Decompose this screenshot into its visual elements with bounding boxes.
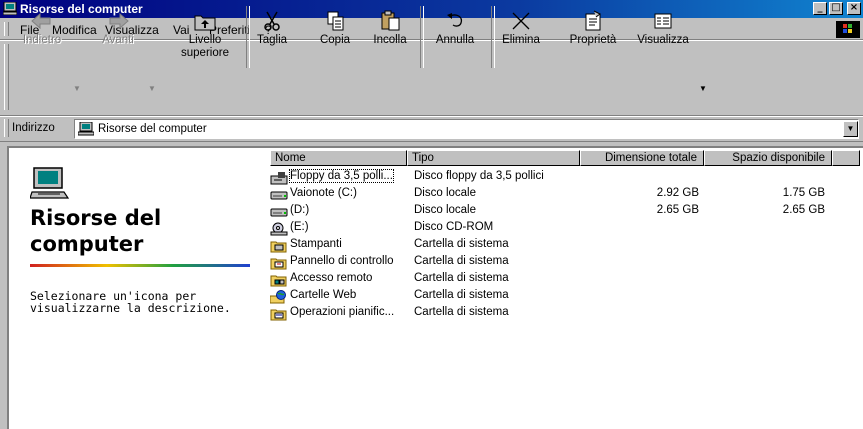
item-total-size: 2.92 GB — [656, 187, 699, 199]
properties-icon — [585, 10, 601, 31]
list-item[interactable]: (E:) Disco CD-ROM — [270, 221, 860, 237]
list-item[interactable]: Pannello di controllo Cartella di sistem… — [270, 255, 860, 271]
address-label: Indirizzo — [12, 122, 55, 134]
toolbar-separator — [491, 6, 495, 68]
floppy-drive-icon — [270, 172, 288, 185]
item-type: Disco locale — [414, 187, 476, 199]
item-total-size: 2.65 GB — [656, 204, 699, 216]
forward-dropdown-icon[interactable]: ▼ — [148, 84, 156, 93]
item-type: Cartella di sistema — [414, 306, 509, 318]
item-type: Disco floppy da 3,5 pollici — [414, 170, 544, 182]
toolbar-separator — [420, 6, 424, 68]
column-header-type[interactable]: Tipo — [407, 150, 580, 166]
column-header-filler — [832, 150, 860, 166]
views-button[interactable]: Visualizza — [630, 4, 696, 68]
item-name: (D:) — [290, 204, 310, 216]
address-value: Risorse del computer — [98, 123, 207, 135]
list-item[interactable]: (D:) Disco locale 2.65 GB 2.65 GB — [270, 204, 860, 220]
back-button[interactable]: Indietro — [14, 4, 70, 68]
item-name: (E:) — [290, 221, 309, 233]
scheduled-tasks-icon — [270, 309, 287, 321]
control-panel-icon — [270, 258, 287, 270]
paste-icon — [381, 10, 400, 31]
dialup-networking-icon — [270, 275, 287, 287]
item-type: Disco locale — [414, 204, 476, 216]
views-dropdown-icon[interactable]: ▼ — [699, 84, 707, 93]
item-type: Cartella di sistema — [414, 272, 509, 284]
list-item[interactable]: Cartelle Web Cartella di sistema — [270, 289, 860, 305]
cut-button[interactable]: Taglia — [252, 4, 292, 68]
left-panel-title: Risorse del computer — [30, 206, 162, 256]
back-dropdown-icon[interactable]: ▼ — [73, 84, 81, 93]
web-folders-icon — [270, 290, 286, 304]
item-name: Stampanti — [290, 238, 342, 250]
properties-button[interactable]: Proprietà — [562, 4, 624, 68]
copy-button[interactable]: Copia — [313, 4, 357, 68]
item-name: Cartelle Web — [290, 289, 357, 301]
maximize-button[interactable]: □ — [829, 2, 843, 15]
undo-icon — [447, 13, 463, 27]
list-item[interactable]: Vaionote (C:) Disco locale 2.92 GB 1.75 … — [270, 187, 860, 203]
item-free-space: 2.65 GB — [782, 204, 825, 216]
item-type: Cartella di sistema — [414, 289, 509, 301]
forward-arrow-icon — [109, 12, 129, 30]
item-name: Accesso remoto — [290, 272, 373, 284]
column-header-total-size[interactable]: Dimensione totale — [580, 150, 704, 166]
up-button[interactable]: Livello superiore — [172, 4, 238, 68]
toolbar-grip[interactable] — [4, 44, 9, 110]
column-header-free-space[interactable]: Spazio disponibile — [704, 150, 832, 166]
up-folder-icon — [194, 15, 216, 31]
list-item[interactable]: Operazioni pianific... Cartella di siste… — [270, 306, 860, 322]
close-button[interactable]: × — [847, 2, 861, 15]
menu-grip[interactable] — [4, 22, 9, 36]
views-icon — [654, 13, 672, 29]
delete-icon — [512, 12, 530, 30]
delete-button[interactable]: Elimina — [498, 4, 544, 68]
scissors-icon — [264, 11, 280, 31]
hard-drive-icon — [270, 208, 288, 217]
address-grip[interactable] — [4, 119, 9, 137]
item-name: Floppy da 3,5 polli... — [289, 169, 394, 183]
title-divider — [30, 264, 250, 267]
list-item[interactable]: Accesso remoto Cartella di sistema — [270, 272, 860, 288]
back-arrow-icon — [31, 12, 51, 30]
windows-logo-icon — [836, 21, 860, 38]
item-type: Disco CD-ROM — [414, 221, 494, 233]
cdrom-drive-icon — [270, 222, 288, 236]
address-dropdown-button[interactable]: ▼ — [843, 121, 858, 137]
list-item[interactable]: Floppy da 3,5 polli... Disco floppy da 3… — [270, 169, 860, 186]
my-computer-large-icon — [30, 167, 70, 199]
item-name: Vaionote (C:) — [290, 187, 357, 199]
minimize-button[interactable]: _ — [813, 2, 827, 15]
column-header-name[interactable]: Nome — [270, 150, 407, 166]
item-type: Cartella di sistema — [414, 238, 509, 250]
copy-icon — [327, 11, 344, 31]
list-item[interactable]: Stampanti Cartella di sistema — [270, 238, 860, 254]
undo-button[interactable]: Annulla — [430, 4, 480, 68]
item-name: Pannello di controllo — [290, 255, 394, 267]
printers-folder-icon — [270, 241, 287, 253]
item-free-space: 1.75 GB — [782, 187, 825, 199]
item-type: Cartella di sistema — [414, 255, 509, 267]
forward-button[interactable]: Avanti — [93, 4, 143, 68]
item-name: Operazioni pianific... — [290, 306, 395, 318]
toolbar-separator — [246, 6, 250, 68]
paste-button[interactable]: Incolla — [367, 4, 413, 68]
hard-drive-icon — [270, 191, 288, 200]
computer-icon — [78, 122, 94, 136]
left-panel-description: Selezionare un'icona per visualizzarne l… — [30, 289, 231, 315]
